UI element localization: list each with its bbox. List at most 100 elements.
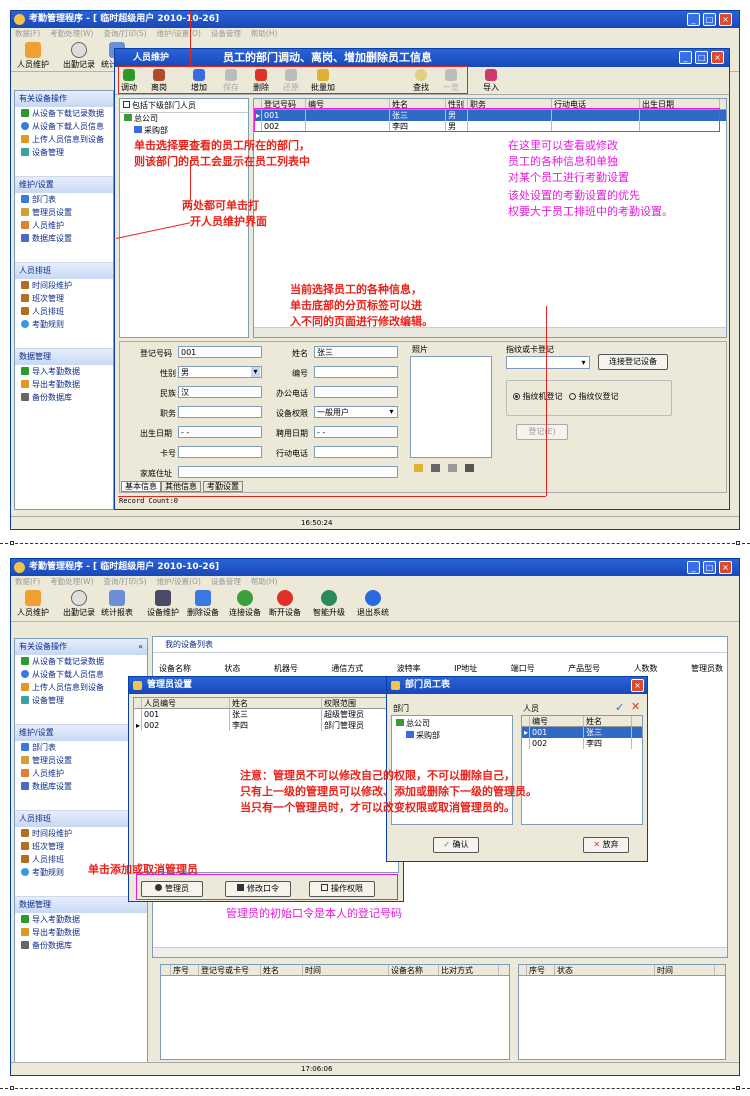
sidebar-item-roster[interactable]: 人员排班	[15, 305, 113, 318]
sidebar-item-download-records[interactable]: 从设备下载记录数据	[15, 107, 113, 120]
scan-icon[interactable]	[465, 464, 474, 472]
fp-machine-radio[interactable]: 指纹机登记	[513, 391, 563, 402]
sidebar-group-schedule[interactable]: 人员排班	[15, 263, 113, 279]
sidebar-item-shift[interactable]: 班次管理	[15, 292, 113, 305]
emp-close-button[interactable]: ×	[631, 679, 644, 692]
menu-maint[interactable]: 维护/设置(O)	[157, 29, 201, 38]
minimize-button[interactable]: _	[687, 13, 700, 26]
addr-field[interactable]	[178, 466, 398, 478]
toolbar-exit-button[interactable]: 退出系统	[357, 590, 389, 618]
sidebar-item-export[interactable]: 导出考勤数据	[15, 926, 147, 939]
menu-attendance[interactable]: 考勤处理(W)	[50, 577, 93, 586]
toolbar-upgrade-button[interactable]: 智能升级	[313, 590, 345, 618]
toolbar-delete-device-button[interactable]: 删除设备	[187, 590, 219, 618]
sidebar-group-data[interactable]: 数据管理	[15, 349, 113, 365]
sidebar-group-device[interactable]: 有关设备操作	[15, 91, 113, 107]
fp-reader-radio[interactable]: 指纹仪登记	[569, 391, 619, 402]
sidebar-item-export[interactable]: 导出考勤数据	[15, 378, 113, 391]
toolbar-attendance-button[interactable]: 出勤记录	[63, 42, 95, 70]
collapse-icon[interactable]: «	[138, 639, 143, 655]
maximize-button[interactable]: □	[703, 13, 716, 26]
menu-maint[interactable]: 维护/设置(O)	[157, 577, 201, 586]
sex-select[interactable]: 男 ▾	[178, 366, 262, 378]
sidebar-item-import[interactable]: 导入考勤数据	[15, 365, 113, 378]
table-row[interactable]: ▸ 002 李四 部门管理员	[134, 720, 398, 731]
connect-device-button[interactable]: 连接登记设备	[598, 354, 668, 370]
num-field[interactable]	[314, 366, 398, 378]
menu-help[interactable]: 帮助(H)	[251, 29, 278, 38]
sidebar-group-device[interactable]: 有关设备操作 «	[15, 639, 147, 655]
open-icon[interactable]	[414, 464, 423, 472]
duty-field[interactable]	[178, 406, 262, 418]
toolbar-person-button[interactable]: 人员维护	[17, 42, 49, 70]
menu-query[interactable]: 查询/打印(S)	[103, 577, 146, 586]
sidebar-item-backup[interactable]: 备份数据库	[15, 391, 113, 404]
tree-node-company[interactable]: 总公司	[392, 718, 512, 730]
sidebar-item-dept[interactable]: 部门表	[15, 193, 113, 206]
sidebar-item-admin[interactable]: 管理员设置	[15, 206, 113, 219]
toolbar-connect-button[interactable]: 连接设备	[229, 590, 261, 618]
toolbar-disconnect-button[interactable]: 断开设备	[269, 590, 301, 618]
sidebar-group-maint[interactable]: 维护/设置	[15, 177, 113, 193]
name-field[interactable]: 张三	[314, 346, 398, 358]
toolbar-person-button[interactable]: 人员维护	[17, 590, 49, 618]
sidebar-item-backup[interactable]: 备份数据库	[15, 939, 147, 952]
tree-node-company[interactable]: 总公司	[120, 113, 248, 125]
tree-node-purchase[interactable]: 采购部	[392, 730, 512, 742]
toolbar-report-button[interactable]: 统计报表	[101, 590, 133, 618]
dialog-minimize-button[interactable]: _	[679, 51, 692, 64]
hire-field[interactable]: - -	[314, 426, 398, 438]
menu-help[interactable]: 帮助(H)	[251, 577, 278, 586]
sidebar-item-upload-users[interactable]: 上传人员信息到设备	[15, 133, 113, 146]
reg-field[interactable]: 001	[178, 346, 262, 358]
label-nation: 民族	[160, 389, 176, 398]
cancel-x-icon[interactable]: ✕	[631, 700, 640, 713]
perm-select[interactable]: 一般用户 ▾	[314, 406, 398, 418]
edit-icon[interactable]	[448, 464, 457, 472]
tree-node-purchase[interactable]: 采购部	[120, 125, 248, 137]
tab-attendance[interactable]: 考勤设置	[203, 481, 243, 492]
card-field[interactable]	[178, 446, 262, 458]
sidebar-item-db[interactable]: 数据库设置	[15, 232, 113, 245]
table-row[interactable]: 002 李四	[522, 738, 642, 749]
menu-query[interactable]: 查询/打印(S)	[103, 29, 146, 38]
cancel-button[interactable]: ✕ 放弃	[583, 837, 629, 853]
dialog-maximize-button[interactable]: □	[695, 51, 708, 64]
nation-field[interactable]: 汉	[178, 386, 262, 398]
menu-data[interactable]: 数据(F)	[15, 29, 40, 38]
sidebar-item-download-records[interactable]: 从设备下载记录数据	[15, 655, 147, 668]
sidebar-item-download-users[interactable]: 从设备下载人员信息	[15, 120, 113, 133]
sidebar-item-person[interactable]: 人员维护	[15, 219, 113, 232]
mobile-field[interactable]	[314, 446, 398, 458]
menu-attendance[interactable]: 考勤处理(W)	[50, 29, 93, 38]
sidebar-item-timeslot[interactable]: 时间段维护	[15, 279, 113, 292]
include-subdept-checkbox[interactable]: 包括下级部门人员	[120, 99, 248, 113]
table-row[interactable]: ▸ 001 张三	[522, 727, 642, 738]
enroll-button[interactable]: 登记(E)	[516, 424, 568, 440]
sidebar-item-device-manage[interactable]: 设备管理	[15, 146, 113, 159]
sidebar-item-rules[interactable]: 考勤规则	[15, 318, 113, 331]
check-icon[interactable]: ✓	[615, 701, 624, 714]
menu-device[interactable]: 设备管理	[211, 29, 241, 38]
tab-other[interactable]: 其他信息	[161, 481, 201, 492]
toolbar-attendance-button[interactable]: 出勤记录	[63, 590, 95, 618]
close-button[interactable]: ×	[719, 13, 732, 26]
dialog-close-button[interactable]: ×	[711, 51, 724, 64]
maximize-button[interactable]: □	[703, 561, 716, 574]
horizontal-scrollbar[interactable]	[153, 947, 727, 957]
minimize-button[interactable]: _	[687, 561, 700, 574]
birth-field[interactable]: - -	[178, 426, 262, 438]
close-button[interactable]: ×	[719, 561, 732, 574]
menu-data[interactable]: 数据(F)	[15, 577, 40, 586]
ok-button[interactable]: ✓ 确认	[433, 837, 479, 853]
table-row[interactable]: 001 张三 超级管理员	[134, 709, 398, 720]
toolbar-device-button[interactable]: 设备维护	[147, 590, 179, 618]
officetel-field[interactable]	[314, 386, 398, 398]
import-button[interactable]: 导入	[483, 69, 499, 93]
photo-box[interactable]	[410, 356, 492, 458]
fp-select[interactable]: ▾	[506, 356, 590, 369]
tab-basic[interactable]: 基本信息	[121, 481, 161, 492]
sidebar-item-import[interactable]: 导入考勤数据	[15, 913, 147, 926]
camera-icon[interactable]	[431, 464, 440, 472]
menu-device[interactable]: 设备管理	[211, 577, 241, 586]
